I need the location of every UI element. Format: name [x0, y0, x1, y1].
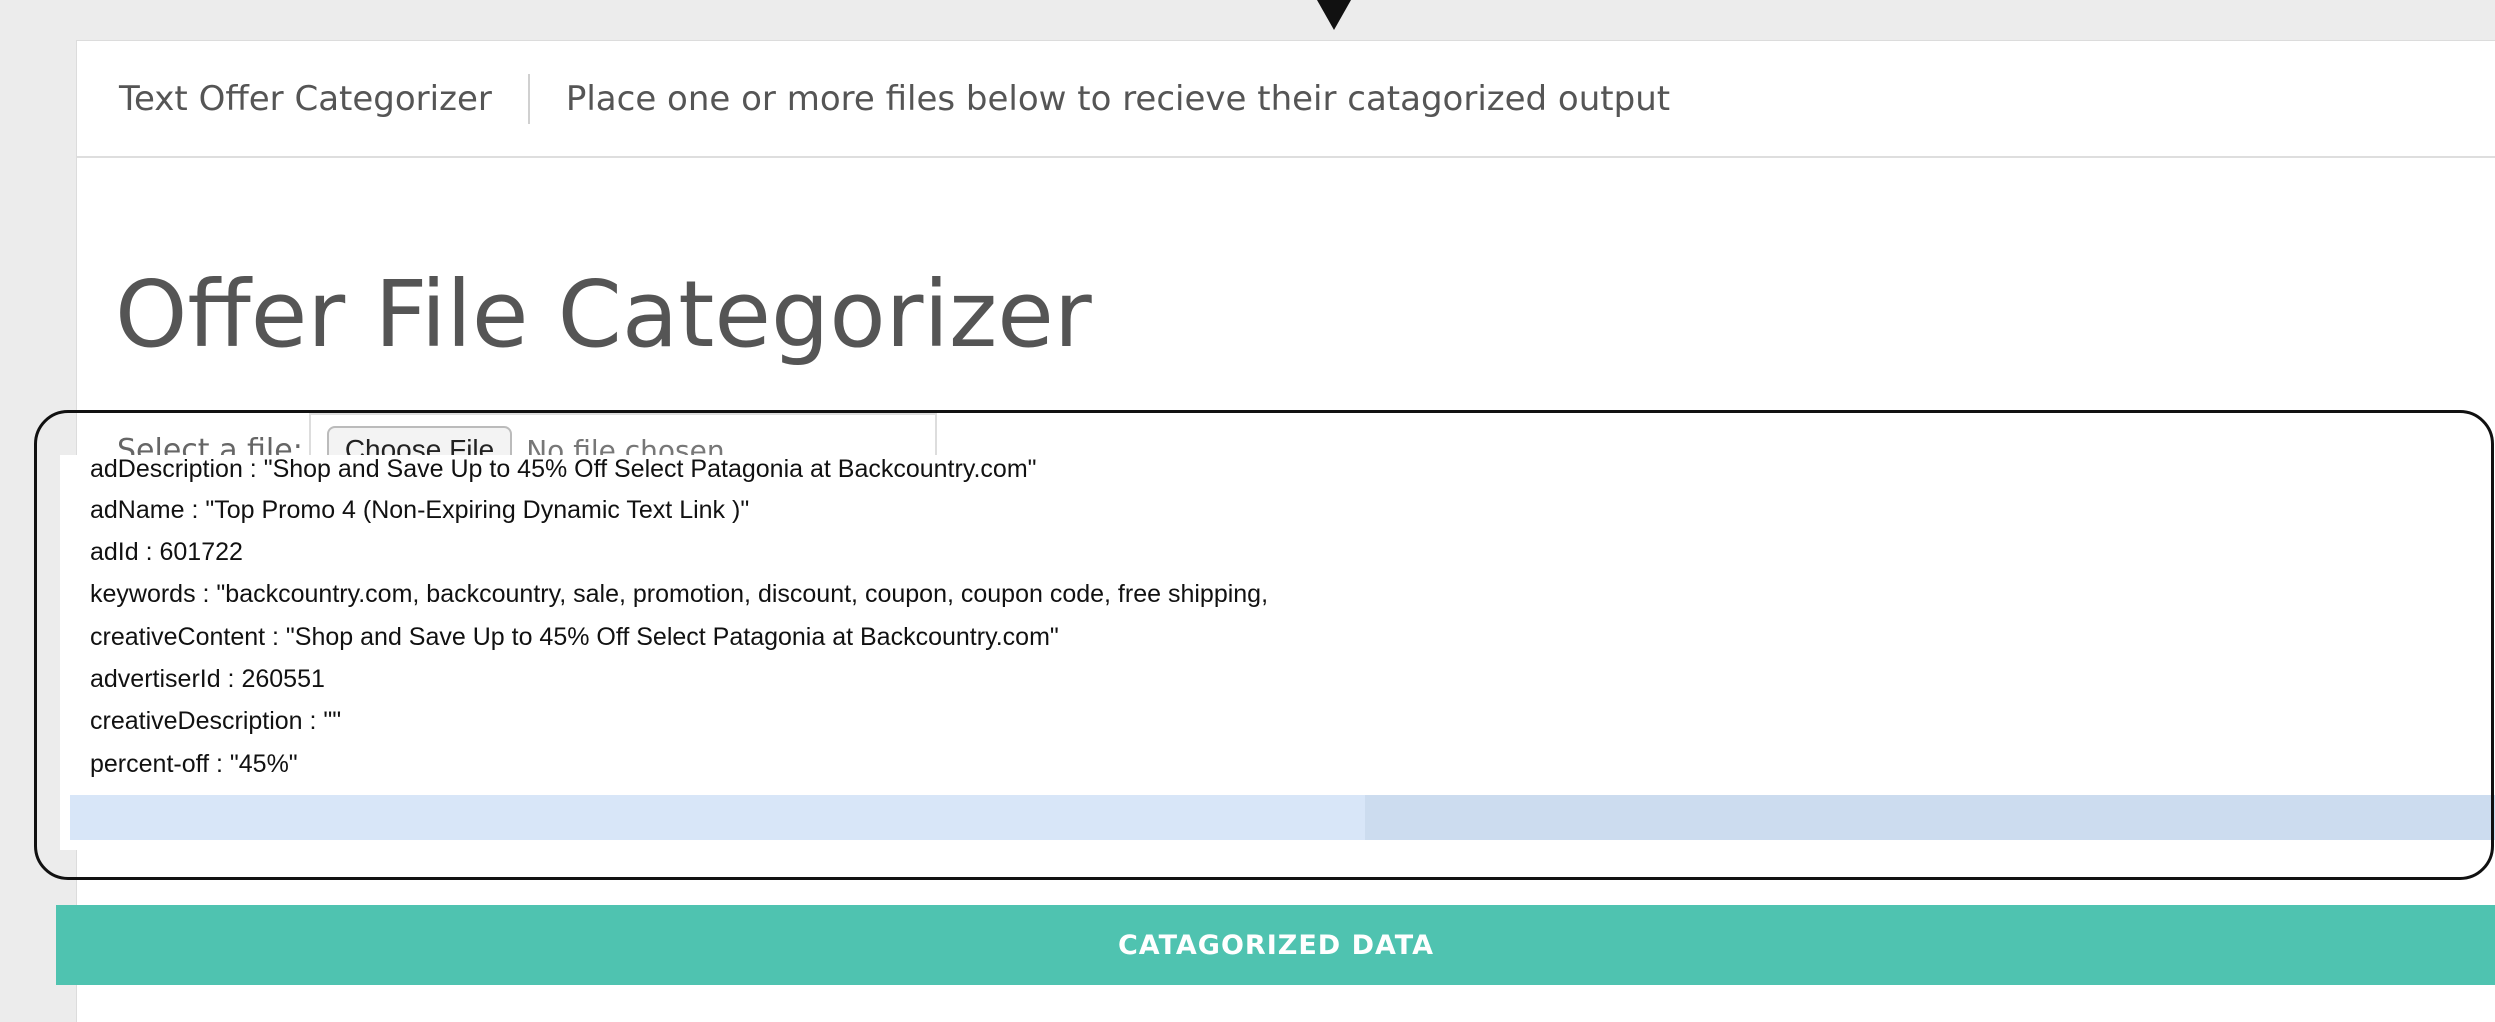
navbar-divider	[527, 73, 530, 124]
navbar-subtitle: Place one or more files below to recieve…	[565, 78, 1671, 119]
categorized-data-button[interactable]: CATAGORIZED DATA	[56, 905, 2495, 985]
down-arrow-icon	[1317, 0, 1351, 30]
page: Text Offer Categorizer Place one or more…	[0, 0, 2495, 1022]
page-title: Offer File Categorizer	[115, 261, 1092, 368]
navbar: Text Offer Categorizer Place one or more…	[77, 41, 2495, 158]
navbar-brand[interactable]: Text Offer Categorizer	[119, 79, 492, 119]
output-annotation-frame	[34, 410, 2494, 880]
